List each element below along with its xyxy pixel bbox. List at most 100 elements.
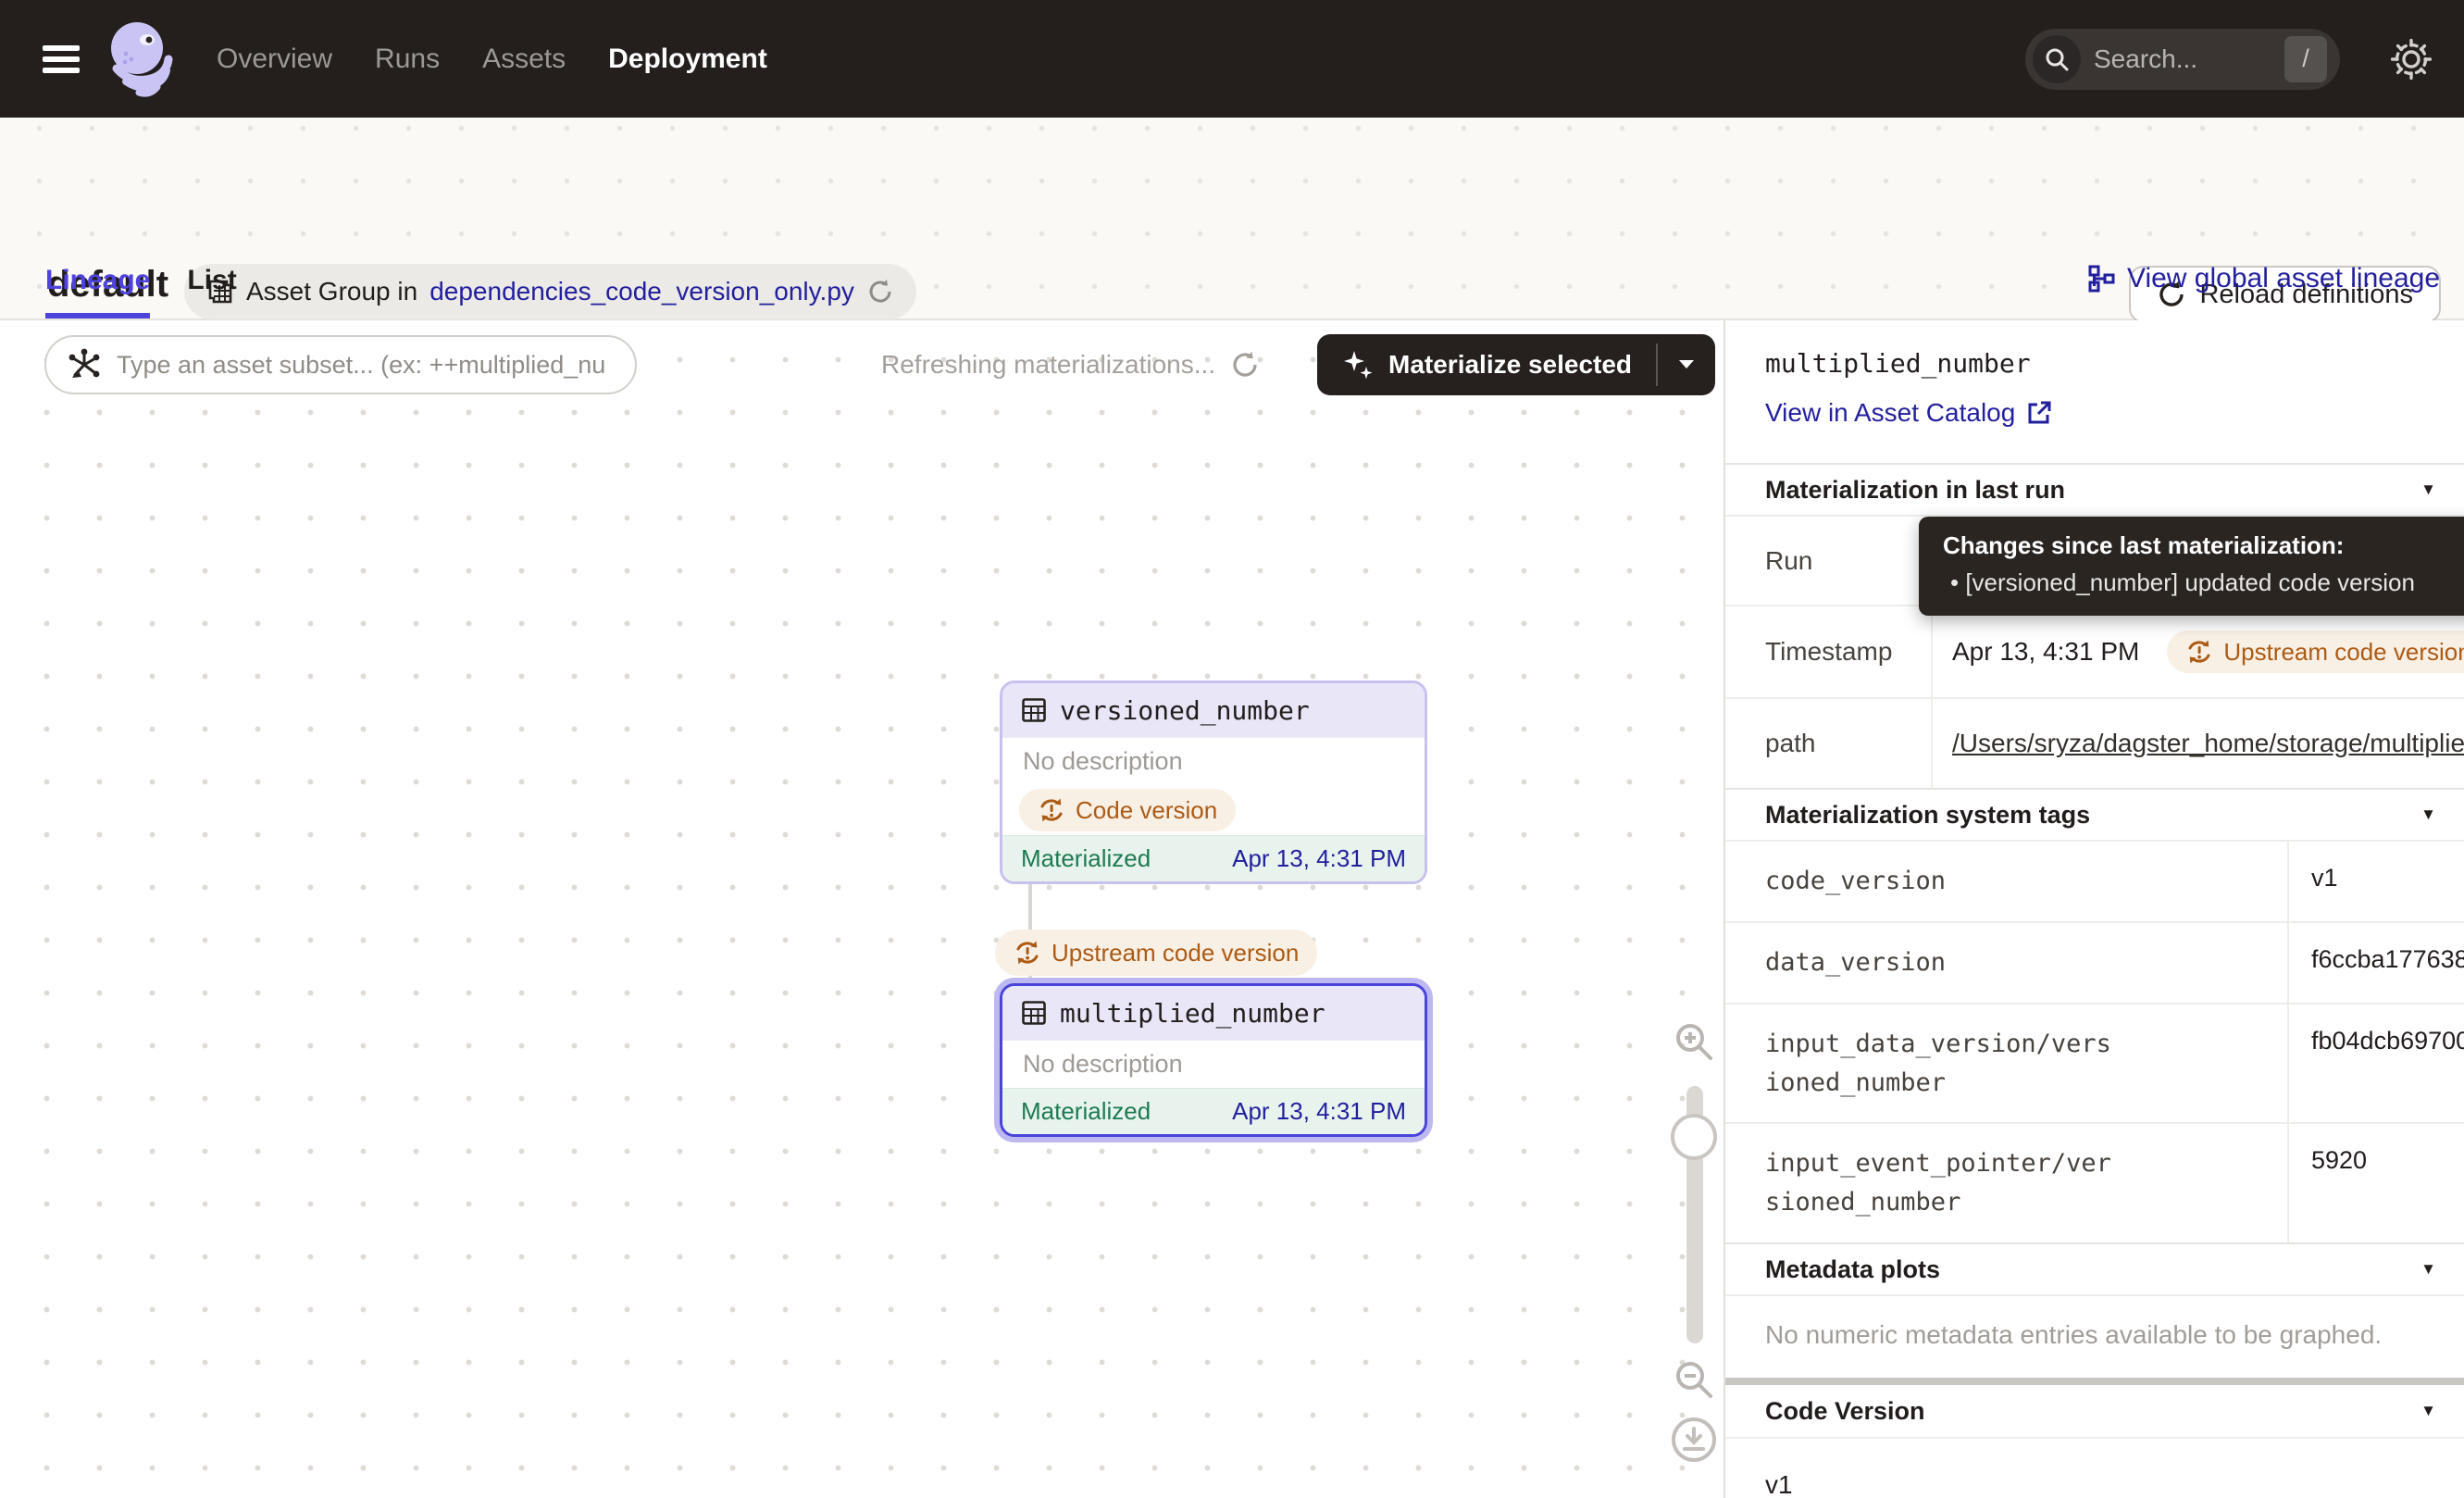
edge-tag-label: Upstream code version [1052, 939, 1299, 967]
nav-item-deployment[interactable]: Deployment [608, 44, 767, 75]
asset-node-title: versioned_number [1060, 695, 1310, 726]
code-version-tag-label: Code version [1076, 796, 1217, 825]
materialize-dropdown-caret[interactable] [1658, 334, 1715, 395]
search-icon [2033, 35, 2081, 83]
sparkle-icon [1341, 348, 1375, 381]
materialize-selected-label: Materialize selected [1388, 350, 1632, 380]
top-nav: Overview Runs Assets Deployment / [0, 0, 2464, 118]
section-code-version[interactable]: Code Version ▼ [1725, 1385, 2464, 1437]
asset-node-multiplied-number[interactable]: multiplied_number No description Materia… [1000, 983, 1427, 1137]
menu-icon[interactable] [43, 40, 80, 79]
tab-lineage[interactable]: Lineage [45, 265, 150, 318]
tag-key: code_version [1725, 842, 2289, 921]
section-metadata-plots[interactable]: Metadata plots ▼ [1725, 1242, 2464, 1294]
changes-tooltip: Changes since last materialization: [ver… [1919, 517, 2464, 616]
page-header: default Asset Group in dependencies_code… [0, 118, 2464, 320]
run-label: Run [1725, 517, 1933, 605]
external-link-icon [2026, 400, 2052, 426]
tag-key: input_event_pointer/versioned_number [1725, 1124, 2289, 1242]
path-link[interactable]: /Users/sryza/dagster_home/storage/multip… [1952, 729, 2464, 758]
asset-node-description: No description [1002, 737, 1425, 785]
tag-row: code_version v1 [1725, 840, 2464, 921]
view-in-asset-catalog-label: View in Asset Catalog [1765, 398, 2015, 428]
gear-icon[interactable] [2390, 38, 2433, 81]
asset-node-versioned-number[interactable]: versioned_number No description Code ver… [1000, 680, 1427, 884]
chevron-down-icon[interactable]: ▼ [2420, 1260, 2436, 1279]
edge-upstream-code-version-tag: Upstream code version [995, 930, 1317, 976]
tag-row: input_event_pointer/versioned_number 592… [1725, 1122, 2464, 1242]
code-version-value: v1 [1725, 1437, 2464, 1498]
tab-list[interactable]: List [187, 265, 236, 318]
changed-icon [1014, 939, 1041, 967]
upstream-code-version-label: Upstream code version [2223, 638, 2464, 667]
upstream-code-version-tag: Upstream code version [2167, 630, 2464, 673]
section-header-label: Metadata plots [1765, 1255, 1940, 1284]
tag-value: 5920 [2289, 1124, 2464, 1242]
refreshing-status: Refreshing materializations... [881, 335, 1260, 394]
asset-node-description: No description [1002, 1040, 1425, 1088]
view-global-asset-lineage-label: View global asset lineage [2127, 263, 2440, 294]
asset-group-chip: Asset Group in dependencies_code_version… [184, 264, 916, 319]
refreshing-label: Refreshing materializations... [881, 350, 1215, 380]
panel-splitter[interactable] [1725, 1378, 2464, 1385]
table-icon [1021, 1000, 1047, 1026]
path-label: path [1725, 699, 1933, 788]
chevron-down-icon[interactable]: ▼ [2420, 805, 2436, 824]
asset-group-file-link[interactable]: dependencies_code_version_only.py [429, 277, 854, 306]
section-materialization-in-last-run[interactable]: Materialization in last run ▼ [1725, 463, 2464, 515]
materialized-status: Materialized [1021, 844, 1151, 873]
section-materialization-system-tags[interactable]: Materialization system tags ▼ [1725, 788, 2464, 840]
search-shortcut-badge: / [2284, 36, 2327, 82]
timestamp-value: Apr 13, 4:31 PM [1952, 637, 2139, 667]
changed-icon [2185, 638, 2213, 666]
asset-group-prefix: Asset Group in [246, 277, 417, 306]
chevron-down-icon[interactable]: ▼ [2420, 481, 2436, 499]
asset-lineage-graph[interactable]: Refreshing materializations... Materiali… [0, 320, 1724, 1498]
nav-links: Overview Runs Assets Deployment [217, 44, 767, 75]
path-row: path /Users/sryza/dagster_home/storage/m… [1725, 697, 2464, 788]
refresh-materializations-icon[interactable] [1230, 350, 1260, 380]
sidebar-asset-title: multiplied_number [1765, 348, 2031, 379]
asset-subset-input[interactable] [117, 351, 618, 380]
materialize-selected-button[interactable]: Materialize selected [1317, 334, 1715, 395]
download-graph-icon[interactable] [1672, 1417, 1716, 1462]
zoom-slider-handle[interactable] [1671, 1114, 1717, 1160]
section-header-label: Code Version [1765, 1397, 1925, 1426]
tag-value: fb04dcb69700 [2289, 1005, 2464, 1123]
section-header-label: Materialization in last run [1765, 476, 2065, 505]
nav-item-assets[interactable]: Assets [482, 44, 566, 75]
tag-row: data_version f6ccba177638 [1725, 921, 2464, 1003]
nav-item-runs[interactable]: Runs [375, 44, 440, 75]
table-icon [1021, 697, 1047, 723]
tag-key: input_data_version/versioned_number [1725, 1005, 2289, 1123]
code-version-tag: Code version [1019, 789, 1236, 831]
zoom-in-icon[interactable] [1672, 1019, 1716, 1064]
nav-item-overview[interactable]: Overview [217, 44, 332, 75]
asset-node-title: multiplied_number [1060, 998, 1325, 1029]
tooltip-title: Changes since last materialization: [1943, 531, 2459, 560]
view-in-asset-catalog-link[interactable]: View in Asset Catalog [1765, 398, 2052, 428]
refresh-icon[interactable] [866, 278, 894, 306]
chevron-down-icon[interactable]: ▼ [2420, 1402, 2436, 1420]
materialized-timestamp: Apr 13, 4:31 PM [1232, 1097, 1406, 1126]
search-input[interactable] [2094, 44, 2284, 74]
tag-value: v1 [2289, 842, 2464, 921]
tag-key: data_version [1725, 923, 2289, 1003]
tag-row: input_data_version/versioned_number fb04… [1725, 1003, 2464, 1123]
materialized-timestamp: Apr 13, 4:31 PM [1232, 844, 1406, 873]
asset-subset-icon [67, 347, 102, 382]
metadata-plots-empty-note: No numeric metadata entries available to… [1725, 1294, 2464, 1378]
section-header-label: Materialization system tags [1765, 801, 2090, 830]
zoom-out-icon[interactable] [1672, 1357, 1716, 1402]
asset-subset-filter[interactable] [44, 335, 637, 394]
view-global-asset-lineage-link[interactable]: View global asset lineage [2086, 263, 2440, 294]
timestamp-label: Timestamp [1725, 606, 1933, 697]
lineage-graph-icon [2086, 264, 2116, 293]
asset-details-sidebar: multiplied_number View in Asset Catalog … [1724, 320, 2464, 1498]
tooltip-bullet-item: [versioned_number] updated code version [1943, 568, 2459, 597]
view-tabs: Lineage List [45, 265, 237, 318]
dagster-logo-icon[interactable] [106, 20, 174, 98]
materialized-status: Materialized [1021, 1097, 1151, 1126]
search-box[interactable]: / [2025, 29, 2340, 90]
timestamp-row: Timestamp Apr 13, 4:31 PM Upstream code … [1725, 605, 2464, 697]
